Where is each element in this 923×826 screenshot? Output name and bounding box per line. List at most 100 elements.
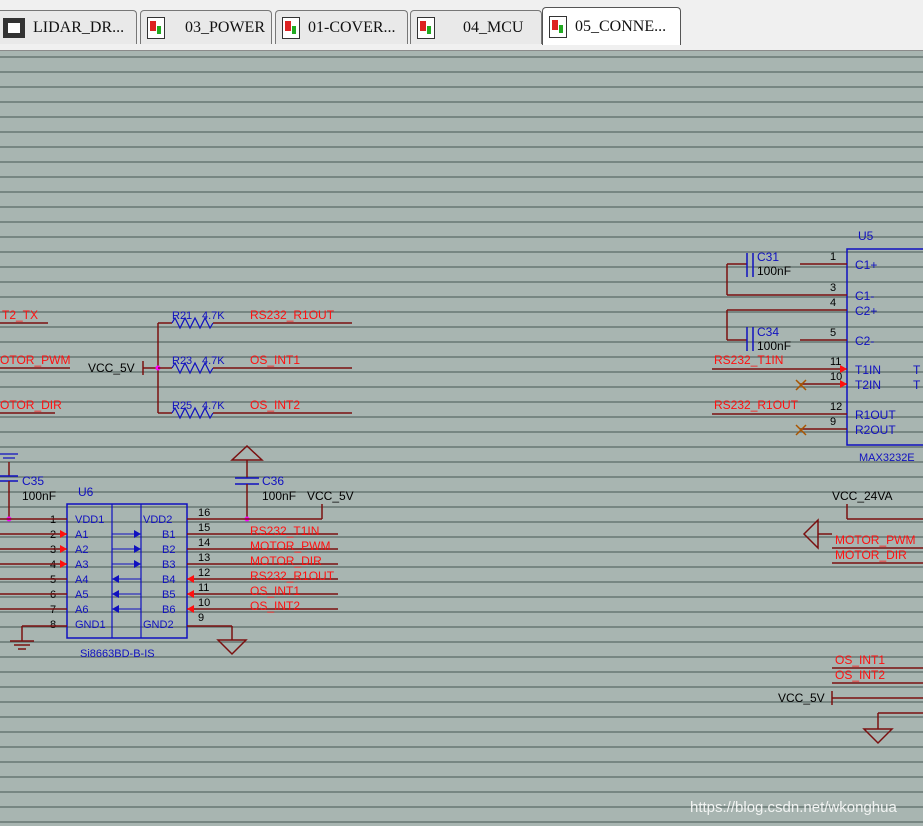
r21-value: 4.7K <box>202 310 225 322</box>
u6-pin-number: 7 <box>50 604 56 616</box>
u5-pin-name: T1IN <box>855 363 881 377</box>
net-label-motor-dir: OTOR_DIR <box>0 398 62 412</box>
u5-part-number: MAX3232E <box>859 452 915 464</box>
u6-pin-name: GND1 <box>75 619 106 631</box>
c36-value: 100nF <box>262 489 296 503</box>
u6-pin-number: 12 <box>198 567 210 579</box>
u6-pin-number: 4 <box>50 559 56 571</box>
net-os-int1: OS_INT1 <box>250 353 300 367</box>
schematic-page-icon <box>549 15 567 38</box>
vcc-5v-label: VCC_5V <box>88 361 135 375</box>
u6-pin-name: A2 <box>75 544 88 556</box>
vcc-24va-label: VCC_24VA <box>832 489 892 503</box>
u6-net-label: RS232_T1IN <box>250 524 319 538</box>
u6-pin-name: A1 <box>75 529 88 541</box>
u6-pin-name: B1 <box>162 529 175 541</box>
u6-pin-number: 6 <box>50 589 56 601</box>
net-motor-dir: MOTOR_DIR <box>835 548 907 562</box>
u6-pin-name: B2 <box>162 544 175 556</box>
u6-pin-name: B4 <box>162 574 175 586</box>
capacitor-c31[interactable]: C31 100nF <box>726 250 800 296</box>
u6-pin-number: 3 <box>50 544 56 556</box>
net-rs232-t1in: RS232_T1IN <box>714 353 783 367</box>
u6-pin-name: A3 <box>75 559 88 571</box>
capacitor-c34[interactable]: C34 100nF <box>726 309 800 353</box>
u6-channel-arrows <box>112 530 141 613</box>
u6-pin-number: 1 <box>50 514 56 526</box>
right-connector-nets: VCC_24VA MOTOR_PWM MOTOR_DIR OS_INT1 OS_… <box>778 489 923 745</box>
net-os-int1: OS_INT1 <box>835 653 885 667</box>
u5-pin-number: 1 <box>830 251 836 263</box>
c34-ref: C34 <box>757 325 779 339</box>
resistor-r21[interactable]: R21 4.7K RS232_R1OUT <box>158 308 352 330</box>
tab-label: 01-COVER... <box>308 18 396 36</box>
u6-pin-name: B5 <box>162 589 175 601</box>
schematic-page-icon <box>147 16 165 39</box>
schematic-page-icon <box>417 16 435 39</box>
u5-pin-name: T2IN <box>855 378 881 392</box>
net-rs232-r1out: RS232_R1OUT <box>714 398 799 412</box>
r21-ref: R21 <box>172 310 192 322</box>
tab-label: 05_CONNE... <box>575 17 667 35</box>
u5-pin-number: 11 <box>830 356 841 368</box>
u5-pin-number: 5 <box>830 327 836 339</box>
resistor-r23[interactable]: R23 4.7K OS_INT1 <box>158 353 352 375</box>
u6-ref: U6 <box>78 485 94 499</box>
u6-net-label: OS_INT1 <box>250 584 300 598</box>
net-label-t2-tx: T2_TX <box>2 308 38 322</box>
ic-u5-max3232[interactable]: U5 1C1+3C1-4C2+5C2-11T1IN10T2IN12R1OUT9R… <box>800 229 923 464</box>
u6-pin-number: 15 <box>198 522 210 534</box>
u5-pin-number: 9 <box>830 416 836 428</box>
tab-01-cover[interactable]: 01-COVER... <box>275 10 408 44</box>
vcc-5v-label: VCC_5V <box>778 691 825 705</box>
u5-pin-number: 3 <box>830 282 836 294</box>
schematic-page-icon <box>282 16 300 39</box>
c31-value: 100nF <box>757 264 791 278</box>
u5-pin-name: R1OUT <box>855 408 896 422</box>
tab-bar: LIDAR_DR... 03_POWER 01-COVER... 04_MCU … <box>0 0 923 51</box>
u6-pin-number: 10 <box>198 597 210 609</box>
u6-pin-number: 14 <box>198 537 210 549</box>
r25-value: 4.7K <box>202 400 225 412</box>
c31-ref: C31 <box>757 250 779 264</box>
vcc-5v-label: VCC_5V <box>307 489 354 503</box>
schematic-page-icon <box>3 17 25 38</box>
u5-pin-name: C2+ <box>855 304 877 318</box>
u6-pin-number: 13 <box>198 552 210 564</box>
net-os-int2: OS_INT2 <box>835 668 885 682</box>
net-motor-pwm: MOTOR_PWM <box>835 533 915 547</box>
u5-pin-name: C2- <box>855 334 874 348</box>
c34-value: 100nF <box>757 339 791 353</box>
r23-ref: R23 <box>172 355 192 367</box>
u5-clipped-pin-label: T <box>913 378 921 392</box>
c36-ref: C36 <box>262 474 284 488</box>
u6-pin-number: 11 <box>198 582 209 594</box>
tab-03-power[interactable]: 03_POWER <box>140 10 272 44</box>
u5-pin-name: R2OUT <box>855 423 896 437</box>
u6-pin-number: 8 <box>50 619 56 631</box>
u5-ref: U5 <box>858 229 874 243</box>
tab-label: 04_MCU <box>463 18 524 36</box>
tab-05-connector[interactable]: 05_CONNE... <box>542 7 681 45</box>
capacitor-c36[interactable]: C36 100nF VCC_5V <box>230 444 354 522</box>
left-net-labels: T2_TX OTOR_PWM OTOR_DIR <box>0 308 70 414</box>
tab-04-mcu[interactable]: 04_MCU <box>410 10 542 44</box>
u6-left-pins: 1 VDD1 2 A1 3 A2 4 A3 5 A4 6 A5 7 A6 8 GND1 <box>0 514 106 631</box>
schematic-canvas[interactable]: T2_TX OTOR_PWM OTOR_DIR VCC_5V R21 4.7K … <box>0 51 923 826</box>
u5-pins: 1C1+3C1-4C2+5C2-11T1IN10T2IN12R1OUT9R2OU… <box>800 251 896 437</box>
u6-part-number: Si8663BD-B-IS <box>80 648 155 660</box>
u6-net-label: MOTOR_PWM <box>250 539 330 553</box>
tab-lidar-dr[interactable]: LIDAR_DR... <box>0 10 137 44</box>
net-rs232-r1out: RS232_R1OUT <box>250 308 335 322</box>
capacitor-c35[interactable]: C35 100nF <box>0 453 56 522</box>
u5-pin-name: C1- <box>855 289 874 303</box>
u6-pin-name: VDD2 <box>143 514 172 526</box>
r25-ref: R25 <box>172 400 192 412</box>
resistor-r25[interactable]: R25 4.7K OS_INT2 <box>158 398 352 420</box>
u6-pin-name: VDD1 <box>75 514 104 526</box>
u6-pin-number: 16 <box>198 507 210 519</box>
tab-label: LIDAR_DR... <box>33 18 125 36</box>
u6-pin-name: B6 <box>162 604 175 616</box>
ic-u6-si8663[interactable]: U6 1 VDD1 2 A1 3 A2 4 A3 5 A4 6 A5 7 A6 8 GND1 16 VDD2 15… <box>0 485 338 660</box>
c35-value: 100nF <box>22 489 56 503</box>
